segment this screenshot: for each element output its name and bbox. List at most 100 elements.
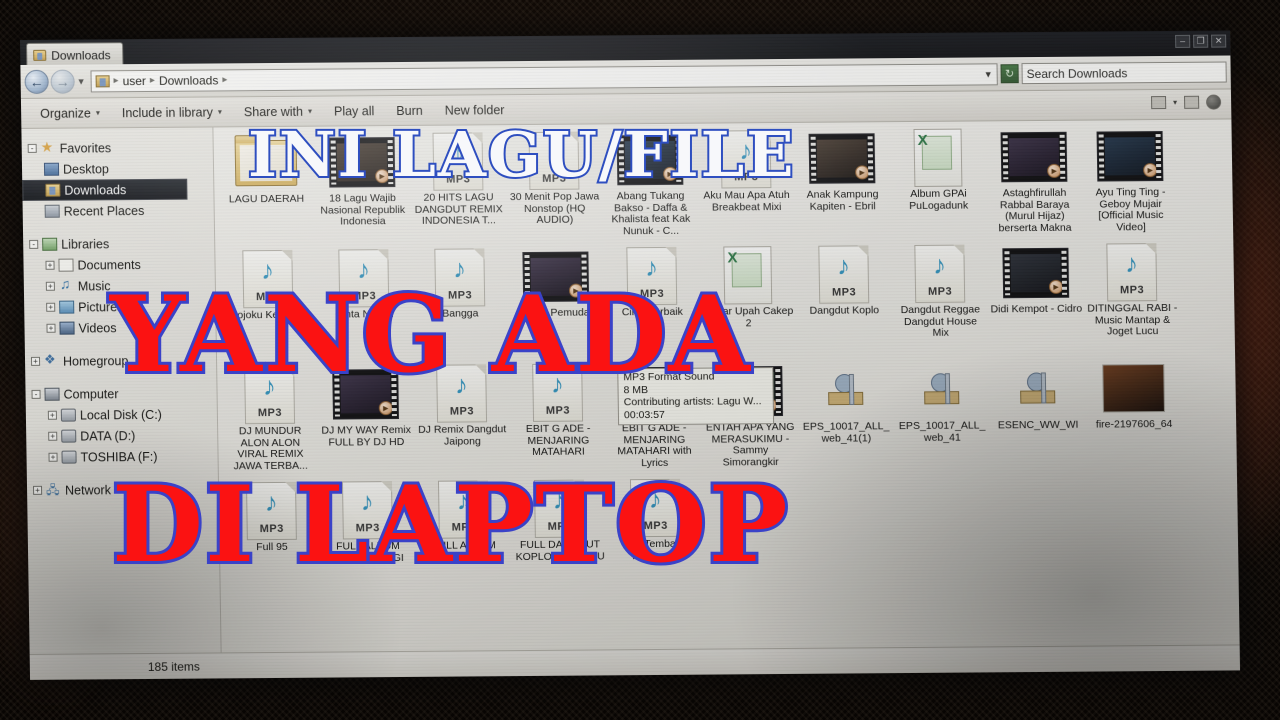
eps-artwork-icon [828,373,864,406]
file-item[interactable]: X Album GPAi PuLogadunk [889,125,987,242]
eps-artwork-icon [924,373,960,405]
network-share-icon[interactable]: 🖥 [1031,678,1046,679]
tooltip-line-3: Contributing artists: Lagu W... [623,395,762,409]
expander-icon[interactable]: + [45,260,55,270]
refresh-button[interactable]: ↻ [1000,64,1019,84]
photo-of-laptop-screen: Downloads – ❐ ✕ ← → ▼ ▸ user ▸ Downloads… [0,0,1280,720]
expander-icon[interactable]: + [46,323,56,333]
file-item[interactable]: ESENC_WW_WI [989,357,1087,474]
file-item[interactable]: ♪ MP3 Dangdut Reggae Dangdut House Mix [891,241,989,358]
file-item[interactable]: EPS_10017_ALL_web_41 [893,357,991,474]
organize-button[interactable]: Organize ▾ [29,98,111,128]
chevron-down-icon: ▾ [307,106,313,116]
star-icon [41,142,56,155]
expander-icon[interactable]: + [30,356,41,366]
mp3-label: MP3 [257,406,283,420]
breadcrumb-separator: ▸ [149,74,156,86]
overlay-caption-line-3: DI LAPTOP [109,459,791,589]
sidebar-item-label: Local Disk (C:) [79,407,162,423]
expander-icon[interactable]: + [33,485,43,495]
file-name-label: LAGU DAERAH [228,192,305,206]
eps-thumbnail [1010,367,1065,411]
expander-icon[interactable]: - [31,389,41,399]
sidebar-item-desktop[interactable]: Desktop [22,157,213,179]
forward-button[interactable]: → [50,69,75,94]
video-thumbnail: ► [1096,131,1164,182]
network-icon [46,484,61,497]
system-tray[interactable]: ➤ ☁ 🖥 🖥 ❖ ▲ ▯ ◕ ◸ ⎆ 20:36 11/04/2020 [985,671,1235,680]
file-name-label: DJ MY WAY Remix FULL BY DJ HD [321,423,412,449]
eps-thumbnail [818,368,873,412]
image-thumbnail [1102,364,1165,413]
back-button[interactable]: ← [24,69,49,94]
file-thumbnail: ♪ MP3 [903,244,976,303]
flag-icon[interactable]: ◸ [1140,678,1149,680]
file-item[interactable]: ► Ayu Ting Ting - Geboy Mujair [Official … [1081,124,1179,241]
file-item[interactable]: ♪ MP3 Dangdut Koplo [795,242,893,359]
maximize-button[interactable]: ❐ [1193,34,1209,48]
mp3-label: MP3 [449,405,475,418]
file-item[interactable]: ► Astaghfirullah Rabbal Baraya (Murul Hij… [985,125,1083,242]
expander-icon[interactable]: - [29,239,39,249]
documents-icon [58,258,74,272]
breadcrumb-user[interactable]: user [122,74,146,88]
expander-icon[interactable]: - [27,143,37,153]
homegroup-icon [44,355,59,368]
file-name-label: Anak Kampung Kapiten - Ebril [806,188,879,213]
sidebar-item-downloads[interactable]: Downloads [22,178,188,201]
usb-icon[interactable]: ⎆ [1156,677,1166,680]
file-item[interactable]: ► Anak Kampung Kapiten - Ebril [793,126,891,243]
warning-icon[interactable]: ▲ [1093,678,1105,680]
sidebar-item-favorites[interactable]: - Favorites [22,136,213,158]
sidebar-item-libraries[interactable]: - Libraries [23,232,214,254]
window-tab-downloads[interactable]: Downloads [26,42,124,65]
file-item[interactable]: fire-2197606_64 [1085,356,1183,473]
volume-icon[interactable]: ◕ [1126,678,1133,680]
music-note-icon: ♪ [836,250,851,281]
disk-icon [61,450,77,464]
sidebar-item-data-d[interactable]: + DATA (D:) [26,424,217,446]
include-in-library-button[interactable]: Include in library ▾ [111,97,233,127]
chevron-down-icon[interactable]: ▼ [984,69,993,79]
expander-icon[interactable]: + [46,302,56,312]
minimize-button[interactable]: – [1175,34,1191,48]
sidebar-item-local-disk[interactable]: + Local Disk (C:) [26,403,217,425]
desktop-icon [43,162,60,176]
chevron-down-icon[interactable]: ▾ [1173,98,1177,107]
search-input[interactable]: Search Downloads [1021,61,1227,85]
history-dropdown-icon[interactable]: ▼ [77,76,86,86]
preview-pane-icon[interactable] [1184,95,1200,109]
address-bar[interactable]: ▸ user ▸ Downloads ▸ ▼ [90,62,998,92]
expander-icon[interactable]: + [45,281,55,291]
sidebar-item-label: Favorites [59,140,112,156]
excel-icon: X [727,249,738,267]
file-item[interactable]: EPS_10017_ALL_web_41(1) [797,358,895,475]
battery-icon[interactable]: ▯ [1112,678,1119,680]
close-button[interactable]: ✕ [1211,34,1227,48]
expander-icon[interactable]: + [47,410,57,420]
onedrive-icon[interactable]: ☁ [1012,679,1024,680]
clock[interactable]: 20:36 11/04/2020 [1177,673,1227,680]
libraries-icon [42,237,58,251]
action-center-icon[interactable]: ➤ [995,679,1005,680]
network-share-icon-2[interactable]: 🖥 [1053,678,1068,680]
expander-icon[interactable]: + [48,452,58,462]
file-name-label: DJ Remix Dangdut Jaipong [418,423,507,448]
shield-icon[interactable]: ❖ [1075,678,1086,680]
help-button[interactable] [1206,94,1222,110]
sidebar-item-recent-places[interactable]: Recent Places [23,199,214,221]
overlay-caption-line-1: INI LAGU/FILE [246,116,796,193]
video-thumbnail: ► [1002,247,1070,299]
chevron-down-icon: ▾ [217,107,223,117]
file-item[interactable]: ♪ MP3 DITINGGAL RABI - Music Mantap & Joge… [1083,240,1181,357]
file-name-label: Ayu Ting Ting - Geboy Mujair [Official M… [1095,186,1166,233]
folder-icon [95,74,110,87]
change-view-icon[interactable] [1151,95,1167,110]
organize-label: Organize [40,105,91,121]
breadcrumb-downloads[interactable]: Downloads [159,73,219,87]
expander-icon[interactable]: + [48,431,58,441]
file-item[interactable]: ► Didi Kempot - Cidro [987,241,1085,358]
eps-artwork-icon [1020,372,1056,404]
play-icon: ► [1047,163,1062,178]
breadcrumb-separator: ▸ [113,75,119,87]
